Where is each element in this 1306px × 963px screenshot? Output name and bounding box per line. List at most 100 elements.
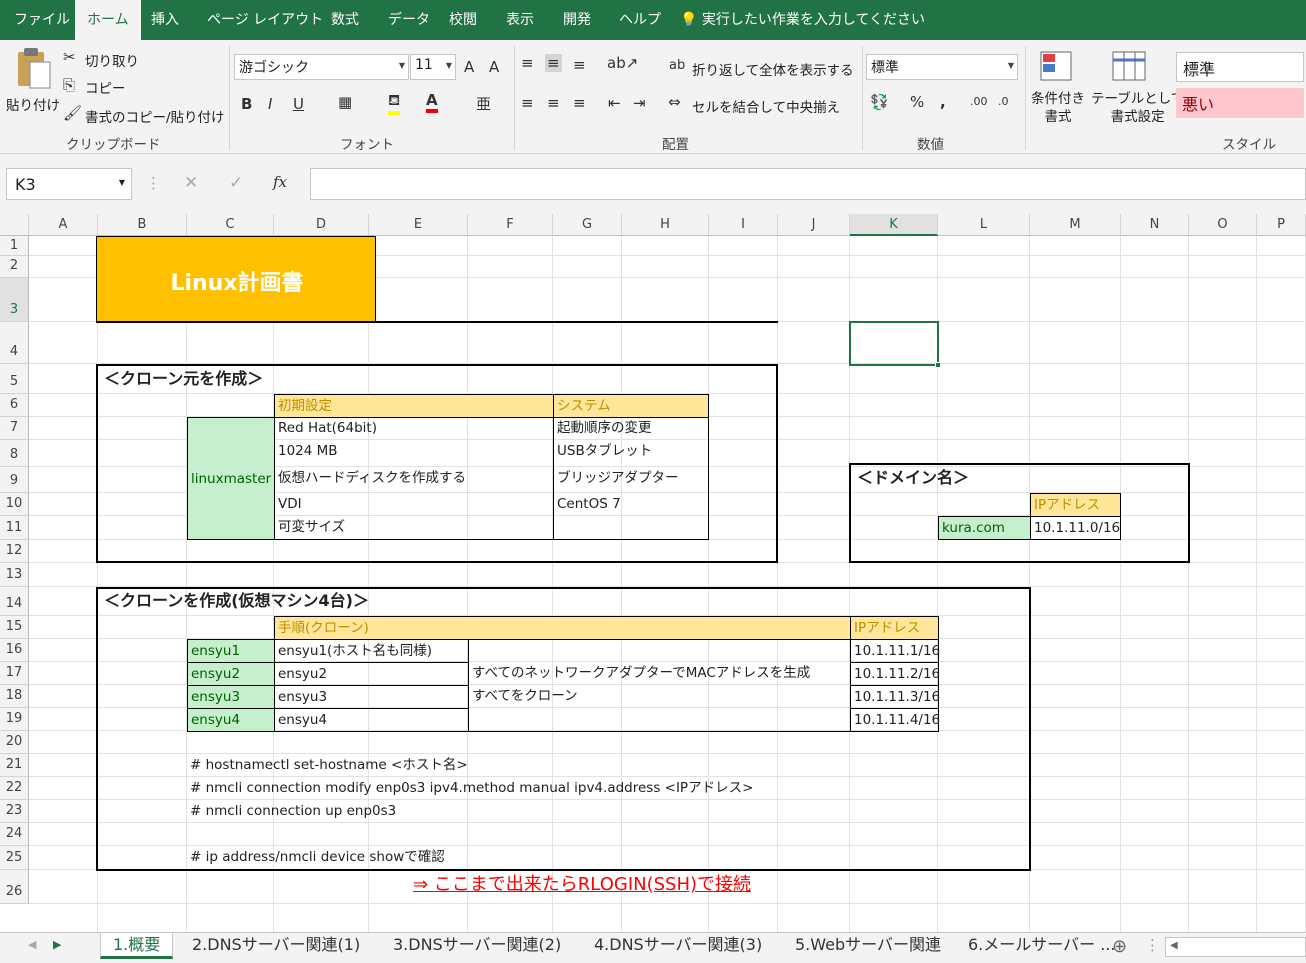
host-cell[interactable]: ensyu1	[187, 639, 275, 663]
shrink-font-icon[interactable]: A	[489, 58, 499, 76]
column-header[interactable]: C	[187, 214, 274, 236]
number-format-select[interactable]: 標準 ▼	[866, 54, 1018, 80]
proc-cell[interactable]: ensyu2	[274, 662, 469, 686]
name-box[interactable]: K3 ▼	[6, 168, 132, 200]
row-header[interactable]: 11	[0, 516, 29, 540]
copy-button[interactable]: コピー	[85, 77, 126, 97]
row-header[interactable]: 6	[0, 394, 29, 417]
row-header[interactable]: 7	[0, 417, 29, 440]
row-header[interactable]: 12	[0, 540, 29, 563]
align-top-icon[interactable]: ≡	[521, 54, 534, 72]
phonetic-icon[interactable]: 亜	[476, 93, 491, 114]
menu-tab-developer[interactable]: 開発	[563, 0, 591, 40]
menu-tab-data[interactable]: データ	[388, 0, 430, 40]
column-header[interactable]: L	[938, 214, 1030, 236]
wrap-text-button[interactable]: 折り返して全体を表示する	[692, 59, 854, 79]
menu-tab-formulas[interactable]: 数式	[331, 0, 359, 40]
decrease-decimal-icon[interactable]: .0	[998, 95, 1009, 108]
ip-cell[interactable]: 10.1.11.1/16	[850, 639, 940, 663]
host-cell[interactable]: ensyu2	[187, 662, 275, 686]
format-painter-button[interactable]: 書式のコピー/貼り付け	[85, 106, 225, 126]
row-header[interactable]: 16	[0, 639, 29, 662]
proc-cell[interactable]: ensyu3	[274, 685, 469, 709]
font-size-select[interactable]: 11 ▼	[410, 54, 456, 80]
align-center-icon[interactable]: ≡	[547, 94, 560, 112]
sheet-tab-dns3[interactable]: 4.DNSサーバー関連(3)	[594, 933, 762, 959]
column-header[interactable]: H	[622, 214, 709, 236]
tell-me-box[interactable]: 💡 実行したい作業を入力してください	[680, 0, 925, 40]
row-header[interactable]: 26	[0, 870, 29, 904]
fill-handle[interactable]	[935, 362, 941, 368]
menu-tab-file[interactable]: ファイル	[14, 0, 70, 40]
accounting-icon[interactable]: 💱	[870, 93, 889, 111]
domain-name-cell[interactable]: kura.com	[938, 516, 1031, 540]
host-cell[interactable]: ensyu3	[187, 685, 275, 709]
row-header[interactable]: 25	[0, 846, 29, 870]
row-header[interactable]: 9	[0, 467, 29, 493]
column-header[interactable]: D	[274, 214, 369, 236]
ip-cell[interactable]: 10.1.11.4/16	[850, 708, 940, 732]
percent-icon[interactable]: %	[910, 93, 924, 111]
bold-icon[interactable]: B	[241, 95, 252, 113]
column-header[interactable]: I	[709, 214, 778, 236]
orientation-icon[interactable]: ab↗	[607, 54, 638, 72]
style-bad[interactable]: 悪い	[1176, 88, 1304, 118]
borders-icon[interactable]: ▦	[338, 93, 352, 111]
ip-cell[interactable]: 10.1.11.2/16	[850, 662, 940, 686]
ip-cell[interactable]: 10.1.11.3/16	[850, 685, 940, 709]
horizontal-scrollbar[interactable]: ◀	[1165, 937, 1306, 957]
font-name-select[interactable]: 游ゴシック ▼	[234, 54, 409, 80]
scroll-left-icon[interactable]: ◀	[1170, 940, 1178, 951]
row-header[interactable]: 5	[0, 364, 29, 394]
enter-icon[interactable]: ✓	[229, 173, 243, 193]
cancel-icon[interactable]: ✕	[184, 173, 198, 193]
menu-tab-page-layout[interactable]: ページ レイアウト	[207, 0, 323, 40]
hdr-proc-cell[interactable]: 手順(クローン)	[274, 616, 851, 640]
domain-ip-header-cell[interactable]: IPアドレス	[1030, 493, 1121, 517]
row-header[interactable]: 18	[0, 685, 29, 708]
hdr-ip-cell[interactable]: IPアドレス	[850, 616, 939, 640]
row-header[interactable]: 24	[0, 823, 29, 846]
proc-cell[interactable]: ensyu4	[274, 708, 469, 732]
column-header[interactable]: O	[1189, 214, 1257, 236]
column-header[interactable]: G	[553, 214, 622, 236]
sheet-tab-dns2[interactable]: 3.DNSサーバー関連(2)	[393, 933, 561, 959]
row-header[interactable]: 19	[0, 708, 29, 731]
row-header[interactable]: 21	[0, 754, 29, 777]
menu-tab-insert[interactable]: 挿入	[151, 0, 179, 40]
row-header[interactable]: 22	[0, 777, 29, 800]
menu-tab-home[interactable]: ホーム	[75, 0, 141, 40]
merge-center-button[interactable]: セルを結合して中央揃え	[692, 96, 840, 116]
menu-tab-help[interactable]: ヘルプ	[619, 0, 661, 40]
row-header[interactable]: 1	[0, 236, 29, 256]
select-all-corner[interactable]	[0, 214, 29, 236]
hdr-initial-cell[interactable]: 初期設定	[274, 394, 554, 418]
formula-input[interactable]	[310, 168, 1306, 200]
host-cell[interactable]: ensyu4	[187, 708, 275, 732]
row-header[interactable]: 2	[0, 256, 29, 278]
spreadsheet-grid[interactable]: ABCDEFGHIJKLMNOP 1 2 3 4 5 6 7 8 9 10 11 12 13 14 15 16…	[0, 214, 1306, 932]
cut-button[interactable]: 切り取り	[85, 50, 139, 70]
align-middle-icon[interactable]: ≡	[545, 54, 562, 72]
underline-icon[interactable]: U	[293, 95, 304, 113]
column-header[interactable]: K	[850, 214, 938, 236]
comma-icon[interactable]: ,	[940, 93, 946, 111]
row-header[interactable]: 8	[0, 440, 29, 467]
row-header[interactable]: 4	[0, 322, 29, 364]
sheet-tab-overview[interactable]: 1.概要	[100, 933, 174, 959]
rlogin-link[interactable]: ⇒ ここまで出来たらRLOGIN(SSH)で接続	[410, 874, 751, 896]
column-header[interactable]: P	[1257, 214, 1306, 236]
domain-ip-cell[interactable]: 10.1.11.0/16	[1030, 516, 1121, 540]
align-right-icon[interactable]: ≡	[573, 94, 586, 112]
conditional-formatting-button[interactable]: 条件付き 書式	[1029, 48, 1087, 128]
scroll-tabs-right-icon[interactable]: ▶	[53, 938, 61, 951]
proc-cell[interactable]: ensyu1(ホスト名も同様)	[274, 639, 469, 663]
column-header[interactable]: B	[98, 214, 187, 236]
column-header[interactable]: N	[1121, 214, 1189, 236]
sheet-tab-web[interactable]: 5.Webサーバー関連	[795, 933, 941, 959]
row-header[interactable]: 3	[0, 278, 29, 322]
sheet-tab-dns1[interactable]: 2.DNSサーバー関連(1)	[192, 933, 360, 959]
menu-tab-review[interactable]: 校閲	[449, 0, 477, 40]
row-header[interactable]: 15	[0, 616, 29, 639]
row-header[interactable]: 13	[0, 563, 29, 587]
